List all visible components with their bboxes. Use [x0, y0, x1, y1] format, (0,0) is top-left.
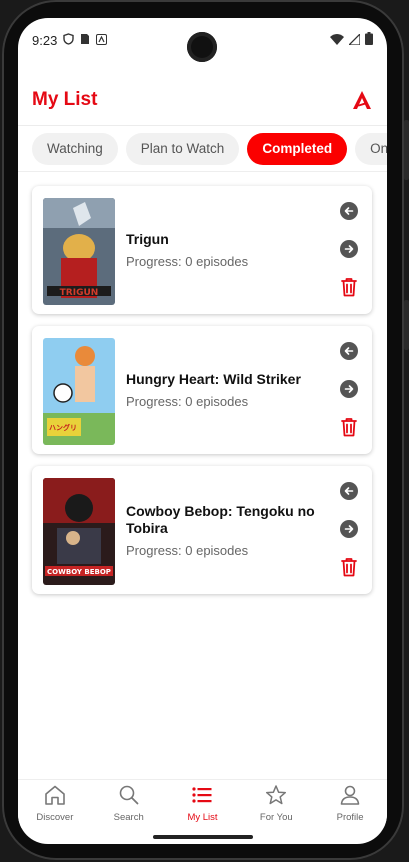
poster-image: ハングリ: [43, 338, 115, 445]
wifi-icon: [330, 33, 344, 48]
app-notification-icon: [96, 33, 108, 48]
app-header: My List: [18, 74, 387, 126]
page-title: My List: [32, 88, 98, 110]
arrow-right-icon[interactable]: [340, 519, 358, 538]
item-actions: [340, 202, 358, 302]
tab-on-hold[interactable]: On Hold: [355, 133, 387, 165]
svg-text:TRIGUN: TRIGUN: [60, 288, 99, 298]
poster-image: COWBOY BEBOP: [43, 478, 115, 585]
arrow-left-icon[interactable]: [340, 482, 358, 500]
item-actions: [340, 482, 358, 582]
anime-list: TRIGUN Trigun Progress: 0 episodes ハングリ …: [32, 186, 374, 606]
nav-label: For You: [259, 812, 293, 823]
progress-text: Progress: 0 episodes: [126, 254, 249, 269]
anime-title: Cowboy Bebop: Tengoku no Tobira: [126, 502, 315, 536]
shield-icon: [63, 32, 75, 48]
volume-button: [404, 120, 409, 180]
status-tabs: Watching Plan to Watch Completed On Hold: [18, 127, 387, 172]
nav-for-you[interactable]: For You: [241, 785, 311, 823]
arrow-right-icon[interactable]: [340, 379, 358, 398]
item-info: Trigun Progress: 0 episodes: [126, 186, 316, 314]
item-info: Cowboy Bebop: Tengoku no Tobira Progress…: [126, 466, 316, 594]
svg-text:ハングリ: ハングリ: [49, 423, 77, 432]
list-item[interactable]: TRIGUN Trigun Progress: 0 episodes: [32, 186, 372, 314]
home-indicator[interactable]: [153, 835, 253, 839]
nav-my-list[interactable]: My List: [167, 785, 237, 823]
progress-text: Progress: 0 episodes: [126, 542, 249, 558]
poster-image: TRIGUN: [43, 198, 115, 305]
nav-label: Discover: [36, 812, 74, 823]
nav-discover[interactable]: Discover: [20, 785, 90, 823]
signal-icon: [347, 31, 361, 48]
nav-profile[interactable]: Profile: [315, 785, 385, 823]
item-actions: [340, 342, 358, 442]
anime-title: Trigun: [126, 231, 169, 247]
trash-icon[interactable]: [340, 417, 358, 442]
progress-text: Progress: 0 episodes: [126, 394, 249, 409]
tab-plan-to-watch[interactable]: Plan to Watch: [125, 133, 240, 165]
list-icon: [191, 785, 213, 810]
sim-icon: [80, 33, 90, 48]
nav-label: Search: [113, 812, 144, 823]
power-button: [404, 300, 409, 350]
item-info: Hungry Heart: Wild Striker Progress: 0 e…: [126, 326, 316, 454]
svg-text:COWBOY BEBOP: COWBOY BEBOP: [47, 568, 111, 576]
person-icon: [339, 785, 361, 810]
front-camera: [187, 32, 217, 62]
trash-icon[interactable]: [340, 277, 358, 302]
tab-watching[interactable]: Watching: [32, 133, 118, 165]
bottom-nav: Discover Search My List For You Profile: [18, 779, 387, 828]
search-icon: [118, 785, 140, 810]
star-icon: [265, 785, 287, 810]
app-screen: 9:23 My List Watching Plan to Watch Comp…: [18, 18, 387, 844]
list-item[interactable]: COWBOY BEBOP Cowboy Bebop: Tengoku no To…: [32, 466, 372, 594]
app-logo-icon[interactable]: [351, 89, 373, 111]
arrow-right-icon[interactable]: [340, 239, 358, 258]
nav-search[interactable]: Search: [94, 785, 164, 823]
nav-label: Profile: [336, 812, 364, 823]
tab-completed[interactable]: Completed: [247, 133, 348, 165]
list-item[interactable]: ハングリ Hungry Heart: Wild Striker Progress…: [32, 326, 372, 454]
home-icon: [44, 785, 66, 810]
anime-title: Hungry Heart: Wild Striker: [126, 371, 301, 387]
arrow-left-icon[interactable]: [340, 342, 358, 360]
trash-icon[interactable]: [340, 557, 358, 582]
battery-icon: [365, 32, 373, 48]
arrow-left-icon[interactable]: [340, 202, 358, 220]
status-time: 9:23: [32, 32, 58, 48]
nav-label: My List: [187, 812, 218, 823]
